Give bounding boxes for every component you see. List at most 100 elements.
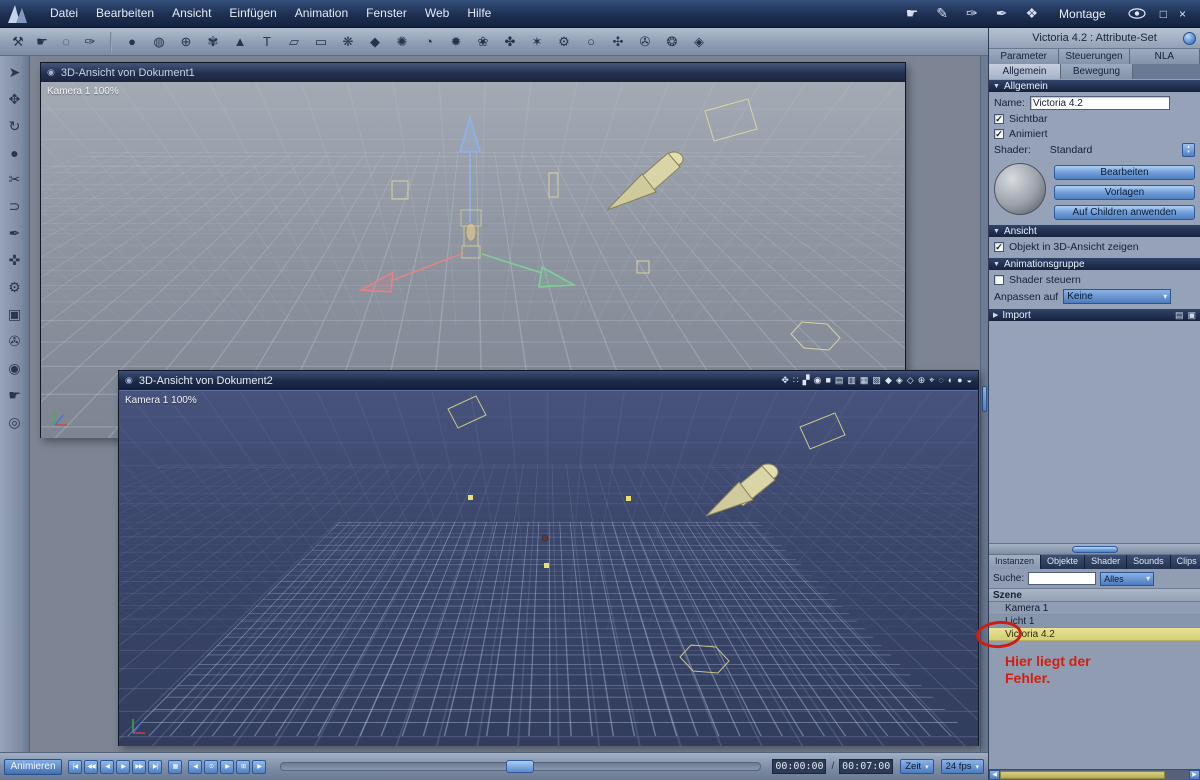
scroll-right-button[interactable]: ▶ xyxy=(1189,770,1200,780)
prev-keyframe-button[interactable]: ◀◀ xyxy=(84,760,98,774)
insert-camera-icon[interactable]: ✇ xyxy=(633,34,657,50)
tab-steuerungen[interactable]: Steuerungen xyxy=(1059,49,1129,64)
menu-item-einfügen[interactable]: Einfügen xyxy=(220,0,285,27)
room-render-icon[interactable]: ❖ xyxy=(1025,5,1038,22)
goto-start-button[interactable]: |◀ xyxy=(68,760,82,774)
insert-metaball-icon[interactable]: ⊕ xyxy=(174,34,198,50)
list-item-licht-1[interactable]: Licht 1 xyxy=(989,615,1200,628)
scroll-thumb[interactable] xyxy=(1000,771,1165,779)
import-box-icon[interactable]: ▣ xyxy=(1187,310,1196,321)
marker-play-button[interactable]: ▶ xyxy=(252,760,266,774)
insert-cloud-icon[interactable]: ◔ xyxy=(417,34,441,49)
room-assemble-icon[interactable]: ☛ xyxy=(906,5,919,22)
close-window-icon[interactable]: × xyxy=(1179,7,1186,21)
tab-nla[interactable]: NLA xyxy=(1130,49,1200,64)
workspace-scrollbar[interactable] xyxy=(980,56,988,752)
menu-item-fenster[interactable]: Fenster xyxy=(357,0,416,27)
tab-shader[interactable]: Shader xyxy=(1085,555,1127,569)
vp-axis-icon[interactable]: ⊕ xyxy=(918,376,926,385)
import-list-icon[interactable]: ▤ xyxy=(1175,310,1184,321)
timeline-slider[interactable] xyxy=(280,762,761,771)
workspace-scroll-thumb[interactable] xyxy=(982,386,987,412)
tab-clips[interactable]: Clips xyxy=(1171,555,1200,569)
arrow-object-1[interactable] xyxy=(607,152,683,210)
vp-pan-icon[interactable]: ✥ xyxy=(781,376,789,385)
pin-tool-icon[interactable]: ✜ xyxy=(4,252,26,269)
vp-display-gouraud-icon[interactable]: ▤ xyxy=(835,376,844,385)
restore-window-icon[interactable]: □ xyxy=(1160,7,1167,21)
insert-ball-icon[interactable]: ○ xyxy=(579,34,603,49)
list-item-kamera-1[interactable]: Kamera 1 xyxy=(989,602,1200,615)
window1-titlebar[interactable]: ◉ 3D-Ansicht von Dokument1 xyxy=(41,63,905,82)
select-tool-icon[interactable]: ➤ xyxy=(4,64,26,81)
browser-hscrollbar[interactable]: ◀ ▶ xyxy=(989,769,1200,780)
insert-fountain-icon[interactable]: ◆ xyxy=(363,34,387,50)
timeline-grid-button[interactable]: ▦ xyxy=(168,760,182,774)
vorlagen-button[interactable]: Vorlagen xyxy=(1054,185,1195,200)
auf-children-anwenden-button[interactable]: Auf Children anwenden xyxy=(1054,205,1195,220)
vp-display-solid-icon[interactable]: ■ xyxy=(825,376,830,385)
filter-dropdown[interactable]: Alles ▾ xyxy=(1100,572,1154,586)
paint-bucket-icon[interactable]: ▣ xyxy=(4,306,26,323)
add-key-button[interactable]: ⊙ xyxy=(204,760,218,774)
vp-display-sketch-icon[interactable]: ▧ xyxy=(872,376,881,385)
menu-item-bearbeiten[interactable]: Bearbeiten xyxy=(87,0,163,27)
tab-parameter[interactable]: Parameter xyxy=(989,49,1059,64)
insert-bone-icon[interactable]: ✣ xyxy=(606,34,630,50)
insert-sun-icon[interactable]: ✹ xyxy=(444,34,468,50)
time-total-field[interactable]: 00:07:00 xyxy=(839,759,893,774)
time-mode-dropdown[interactable]: Zeit ▾ xyxy=(900,759,933,774)
shader-steuern-checkbox[interactable] xyxy=(994,275,1004,285)
insert-flower-icon[interactable]: ❀ xyxy=(471,34,495,50)
insert-plane-icon[interactable]: ▱ xyxy=(282,34,306,50)
pen-tool-icon[interactable]: ✒ xyxy=(4,225,26,242)
room-texture-icon[interactable]: ✒ xyxy=(996,5,1008,22)
window2-titlebar[interactable]: ◉ 3D-Ansicht von Dokument2 ✥ ∷ ▞ ◉ ■ ▤ ▥ ▦ ▧ ◆ ◈ ◇ ⊕… xyxy=(119,371,978,390)
insert-sphere-icon[interactable]: ● xyxy=(120,34,144,49)
shader-preview-sphere[interactable] xyxy=(994,163,1046,215)
room-storyboard-icon[interactable]: ✑ xyxy=(966,5,978,22)
scene-header-row[interactable]: Szene xyxy=(989,589,1200,602)
vp-frame-icon[interactable]: ◌ xyxy=(938,376,943,385)
tab-bewegung[interactable]: Bewegung xyxy=(1061,64,1133,79)
vp-shield-all-icon[interactable]: ◇ xyxy=(907,376,914,385)
vp-target-icon[interactable]: ⌖ xyxy=(929,376,934,385)
tab-allgemein[interactable]: Allgemein xyxy=(989,64,1061,79)
animiert-checkbox[interactable]: ✓ xyxy=(994,129,1004,139)
vp-display-phong-icon[interactable]: ▥ xyxy=(847,376,856,385)
insert-fire-icon[interactable]: ✺ xyxy=(390,34,414,50)
window2-menu-icon[interactable]: ◉ xyxy=(125,375,133,386)
vp-half-sphere-icon[interactable]: ◐ xyxy=(948,376,953,385)
vp-render-preview-icon[interactable]: ◉ xyxy=(814,376,822,385)
insert-group-icon[interactable]: ◈ xyxy=(687,34,711,50)
section-import[interactable]: ▶ Import ▤ ▣ xyxy=(989,308,1200,321)
scroll-left-button[interactable]: ◀ xyxy=(989,770,1000,780)
menu-item-animation[interactable]: Animation xyxy=(286,0,357,27)
rotate-tool-icon[interactable]: ↻ xyxy=(4,118,26,135)
brush-icon[interactable]: ✑ xyxy=(78,34,102,50)
room-model-icon[interactable]: ✎ xyxy=(936,5,948,22)
insert-light-icon[interactable]: ❂ xyxy=(660,34,684,50)
sphere-tool-icon[interactable]: ● xyxy=(4,145,26,161)
arrow-object-2[interactable] xyxy=(706,464,778,516)
window-dokument2[interactable]: ◉ 3D-Ansicht von Dokument2 ✥ ∷ ▞ ◉ ■ ▤ ▥ ▦ ▧ ◆ ◈ ◇ ⊕… xyxy=(118,370,979,746)
search-input[interactable] xyxy=(1028,572,1096,585)
wrench-icon[interactable]: ⚒ xyxy=(6,34,30,50)
fps-dropdown[interactable]: 24 fps ▾ xyxy=(941,759,984,774)
anpassen-dropdown[interactable]: Keine ▾ xyxy=(1063,289,1171,304)
vp-bank-icon[interactable]: ▞ xyxy=(803,376,810,385)
vp-bottom-sphere-icon[interactable]: ◒ xyxy=(967,376,972,385)
camera-icon[interactable]: ◉ xyxy=(4,360,26,377)
move-tool-icon[interactable]: ✥ xyxy=(4,91,26,108)
knife-tool-icon[interactable]: ✂ xyxy=(4,171,26,188)
next-frame-button[interactable]: ▶ xyxy=(116,760,130,774)
time-current-field[interactable]: 00:00:00 xyxy=(772,759,826,774)
hand-tool-icon[interactable]: ☛ xyxy=(4,387,26,404)
victoria-figure[interactable] xyxy=(461,210,481,258)
vp-display-wire-icon[interactable]: ▦ xyxy=(860,376,869,385)
camera-track-icon[interactable]: ✇ xyxy=(4,333,26,350)
insert-star-icon[interactable]: ✶ xyxy=(525,34,549,50)
insert-particle-emitter-icon[interactable]: ❋ xyxy=(336,34,360,50)
next-keyframe-button[interactable]: ▶▶ xyxy=(132,760,146,774)
eye-icon[interactable] xyxy=(1128,8,1146,19)
